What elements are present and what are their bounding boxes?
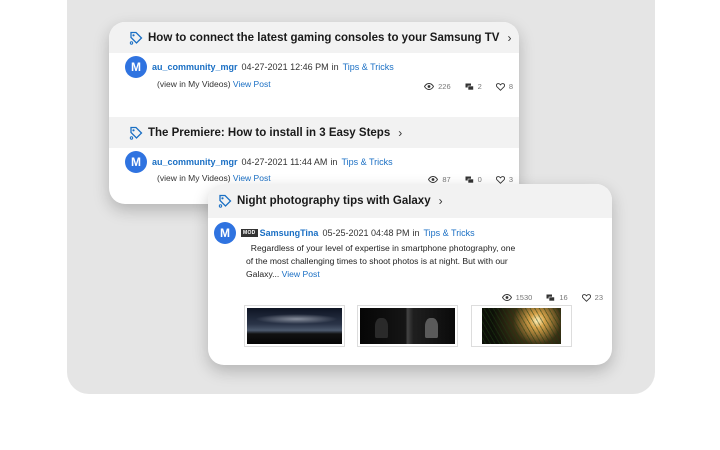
tag-icon [129, 126, 143, 140]
post-meta: M MOD SamsungTina 05-25-2021 04:48 PM in… [214, 222, 475, 244]
replies-count: 0 [477, 175, 482, 184]
in-label: in [331, 62, 339, 72]
in-label: in [330, 157, 338, 167]
board-link[interactable]: Tips & Tricks [341, 157, 392, 167]
post-title-bar[interactable]: The Premiere: How to install in 3 Easy S… [109, 117, 519, 148]
post-date: 04-27-2021 11:44 AM [241, 157, 328, 167]
post-stats: 226 2 8 [424, 82, 513, 91]
view-post-link[interactable]: View Post [282, 269, 320, 279]
heart-icon[interactable] [581, 293, 591, 302]
post-title[interactable]: The Premiere: How to install in 3 Easy S… [148, 127, 390, 139]
post-title[interactable]: How to connect the latest gaming console… [148, 32, 499, 44]
eye-icon [501, 294, 512, 301]
likes-stat[interactable]: 23 [581, 293, 603, 302]
community-posts-card: How to connect the latest gaming console… [109, 22, 519, 204]
author-username[interactable]: au_community_mgr [152, 62, 238, 72]
post-stats: 1530 16 23 [501, 293, 603, 302]
post-stats: 87 0 3 [428, 175, 513, 184]
replies-stat: 0 [465, 175, 482, 184]
author-username[interactable]: SamsungTina [260, 228, 319, 238]
in-label: in [412, 228, 420, 238]
milky-way-image [247, 308, 342, 344]
avatar[interactable]: M [125, 56, 147, 78]
tag-icon [129, 31, 143, 45]
post-body-text: (view in My Videos) [157, 79, 231, 89]
rank-badge: MOD [241, 229, 258, 237]
photo-thumbnail-milky-way[interactable] [244, 305, 345, 347]
views-count: 226 [438, 82, 451, 91]
replies-count: 16 [559, 293, 568, 302]
replies-count: 2 [477, 82, 482, 91]
likes-stat[interactable]: 8 [495, 82, 513, 91]
post-body-text: (view in My Videos) [157, 173, 231, 183]
replies-stat: 16 [546, 293, 568, 302]
replies-stat: 2 [465, 82, 482, 91]
eye-icon [428, 176, 439, 183]
post-title[interactable]: Night photography tips with Galaxy [237, 195, 431, 207]
post-title-bar[interactable]: How to connect the latest gaming console… [109, 22, 519, 53]
view-post-link[interactable]: View Post [233, 79, 271, 89]
heart-icon[interactable] [495, 82, 505, 91]
comments-icon [546, 294, 556, 301]
post-title-bar[interactable]: Night photography tips with Galaxy › [208, 184, 612, 218]
views-stat: 1530 [501, 293, 533, 302]
avatar[interactable]: M [214, 222, 236, 244]
avatar[interactable]: M [125, 151, 147, 173]
views-stat: 87 [428, 175, 451, 184]
photo-thumbnail-portrait[interactable] [357, 305, 458, 347]
post-excerpt: Regardless of your level of expertise in… [246, 242, 516, 281]
chevron-right-icon[interactable]: › [439, 194, 443, 208]
night-portrait-image [360, 308, 455, 344]
board-link[interactable]: Tips & Tricks [424, 228, 475, 238]
post-body: (view in My Videos) View Post [157, 79, 271, 89]
post-item: How to connect the latest gaming console… [109, 22, 519, 118]
chevron-right-icon[interactable]: › [398, 126, 402, 140]
eye-icon [424, 83, 435, 90]
comments-icon [465, 176, 474, 183]
heart-icon[interactable] [495, 175, 505, 184]
photo-thumbnail-tree[interactable] [471, 305, 572, 347]
post-date: 05-25-2021 04:48 PM [322, 228, 410, 238]
post-date: 04-27-2021 12:46 PM [241, 62, 329, 72]
post-body: (view in My Videos) View Post [157, 173, 271, 183]
night-tree-frame [482, 308, 561, 344]
view-post-link[interactable]: View Post [233, 173, 271, 183]
tag-icon [218, 194, 232, 208]
likes-count: 3 [508, 175, 513, 184]
views-stat: 226 [424, 82, 451, 91]
author-username[interactable]: au_community_mgr [152, 157, 238, 167]
post-meta: M au_community_mgr 04-27-2021 11:44 AM i… [125, 151, 393, 173]
views-count: 1530 [515, 293, 533, 302]
comments-icon [465, 83, 474, 90]
likes-stat[interactable]: 3 [495, 175, 513, 184]
likes-count: 23 [594, 293, 603, 302]
views-count: 87 [442, 175, 451, 184]
board-link[interactable]: Tips & Tricks [343, 62, 394, 72]
likes-count: 8 [508, 82, 513, 91]
chevron-right-icon[interactable]: › [507, 31, 511, 45]
post-meta: M au_community_mgr 04-27-2021 12:46 PM i… [125, 56, 394, 78]
night-tree-image [482, 308, 561, 344]
